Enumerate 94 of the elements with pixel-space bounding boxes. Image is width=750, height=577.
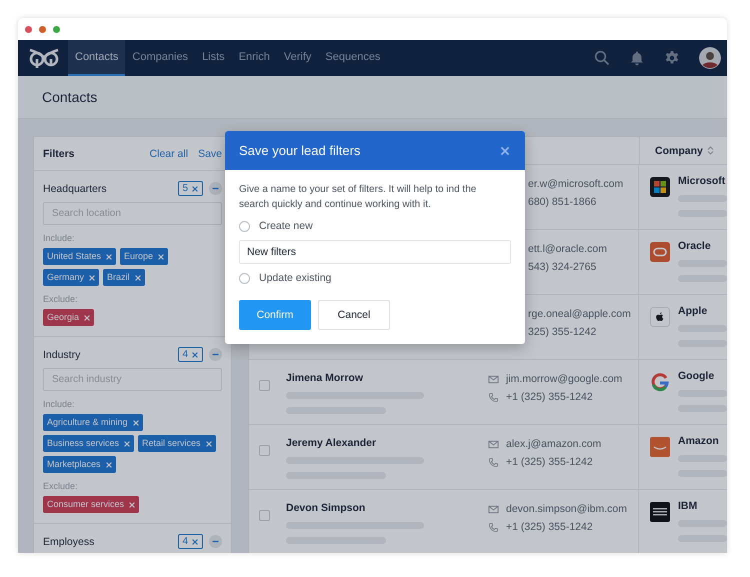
- settings-icon[interactable]: [664, 50, 680, 66]
- phone-text: +1 (325) 355-1242: [506, 456, 593, 468]
- company-name: Apple: [678, 305, 708, 317]
- include-tag[interactable]: Marketplaces: [43, 456, 116, 473]
- window-control[interactable]: [25, 26, 32, 32]
- company-name: IBM: [678, 500, 698, 512]
- mail-icon: [488, 504, 499, 514]
- include-label: Include:: [43, 399, 76, 409]
- company-name: Microsoft: [678, 175, 726, 187]
- nav-tab[interactable]: Lists: [195, 40, 232, 76]
- email-text: ett.l@oracle.com: [528, 243, 607, 255]
- save-link[interactable]: Save: [198, 148, 222, 160]
- company-name: Oracle: [678, 240, 712, 252]
- exclude-tag[interactable]: Consumer services: [43, 496, 140, 513]
- section-title: Headquarters: [43, 182, 107, 194]
- phone-text: 543) 324-2765: [528, 261, 596, 273]
- radio-option[interactable]: Update existing: [239, 270, 511, 286]
- window-control[interactable]: [39, 26, 46, 32]
- dialog-title: Save your lead filters: [239, 143, 360, 158]
- include-tag[interactable]: Europe: [120, 248, 168, 265]
- close-icon[interactable]: [191, 538, 199, 546]
- include-tag[interactable]: United States: [43, 248, 116, 265]
- panel-title: Filters: [43, 148, 75, 160]
- radio-button[interactable]: [239, 272, 250, 284]
- email-text: alex.j@amazon.com: [506, 438, 602, 450]
- phone-icon: [488, 392, 499, 402]
- nav-tab[interactable]: Verify: [276, 40, 318, 76]
- clear-all-link[interactable]: Clear all: [150, 148, 188, 160]
- count-badge[interactable]: 4: [178, 347, 203, 362]
- nav-tab[interactable]: Companies: [125, 40, 196, 76]
- count-badge[interactable]: 4: [178, 534, 203, 549]
- contact-name: Jeremy Alexander: [286, 437, 378, 449]
- phone-icon: [488, 522, 499, 532]
- include-label: Include:: [43, 233, 76, 243]
- section-title: Employess: [43, 536, 94, 548]
- bell-icon[interactable]: [629, 50, 645, 66]
- exclude-tag[interactable]: Georgia: [43, 309, 94, 326]
- sort-icon[interactable]: [706, 146, 714, 155]
- count-badge[interactable]: 5: [178, 181, 203, 196]
- close-icon[interactable]: [191, 350, 199, 358]
- nav-tab[interactable]: Sequences: [318, 40, 388, 76]
- search-icon[interactable]: [594, 50, 610, 66]
- company-name: Amazon: [678, 435, 720, 447]
- email-text: jim.morrow@google.com: [506, 373, 622, 385]
- confirm-button[interactable]: Confirm: [239, 300, 311, 330]
- close-icon[interactable]: [499, 144, 511, 156]
- phone-icon: [488, 456, 499, 468]
- row-checkbox[interactable]: [258, 380, 270, 391]
- mail-icon: [488, 438, 499, 450]
- window-control[interactable]: [53, 26, 60, 32]
- phone-text: +1 (325) 355-1242: [506, 521, 593, 533]
- mail-icon: [488, 374, 499, 384]
- collapse-icon[interactable]: [209, 348, 222, 361]
- cancel-button[interactable]: Cancel: [318, 300, 390, 330]
- avatar-icon[interactable]: [699, 47, 721, 69]
- exclude-label: Exclude:: [43, 294, 79, 304]
- row-checkbox[interactable]: [258, 445, 270, 456]
- include-tag[interactable]: Business services: [43, 435, 134, 452]
- close-icon[interactable]: [191, 184, 199, 192]
- email-text: devon.simpson@ibm.com: [506, 503, 627, 515]
- company-logo-icon: [650, 307, 670, 327]
- page-title: Contacts: [42, 89, 98, 105]
- company-logo-icon: [650, 502, 670, 522]
- row-checkbox[interactable]: [258, 510, 270, 521]
- exclude-label: Exclude:: [43, 481, 79, 491]
- phone-text: 680) 851-1866: [528, 196, 596, 208]
- collapse-icon[interactable]: [209, 535, 222, 548]
- contact-name: Jimena Morrow: [286, 372, 364, 384]
- name-input[interactable]: New filters: [239, 240, 511, 264]
- company-logo-icon: [650, 372, 670, 392]
- phone-text: 325) 355-1242: [528, 326, 596, 338]
- include-tag[interactable]: Agriculture & mining: [43, 414, 143, 431]
- dialog-description: Give a name to your set of filters. It will help to ind the search quickly and continue working with it.: [239, 183, 478, 212]
- search-field[interactable]: Search industry: [43, 368, 222, 391]
- company-logo-icon: [650, 242, 670, 262]
- include-tag[interactable]: Retail services: [138, 435, 216, 452]
- column-header[interactable]: Company: [640, 137, 714, 164]
- company-logo-icon: [650, 177, 670, 197]
- radio-option[interactable]: Create new: [239, 218, 511, 234]
- phone-text: +1 (325) 355-1242: [506, 391, 593, 403]
- email-text: rge.oneal@apple.com: [528, 308, 631, 320]
- include-tag[interactable]: Brazil: [103, 269, 145, 286]
- email-text: er.w@microsoft.com: [528, 178, 624, 190]
- owl-logo-icon[interactable]: [28, 47, 60, 69]
- collapse-icon[interactable]: [209, 182, 222, 195]
- include-tag[interactable]: Germany: [43, 269, 100, 286]
- search-field[interactable]: Search location: [43, 202, 222, 225]
- company-name: Google: [678, 370, 716, 382]
- section-title: Industry: [43, 348, 80, 360]
- contact-name: Devon Simpson: [286, 502, 366, 514]
- company-logo-icon: [650, 437, 670, 457]
- nav-tab[interactable]: Enrich: [232, 40, 277, 76]
- radio-button[interactable]: [239, 220, 250, 232]
- nav-tab[interactable]: Contacts: [68, 40, 126, 76]
